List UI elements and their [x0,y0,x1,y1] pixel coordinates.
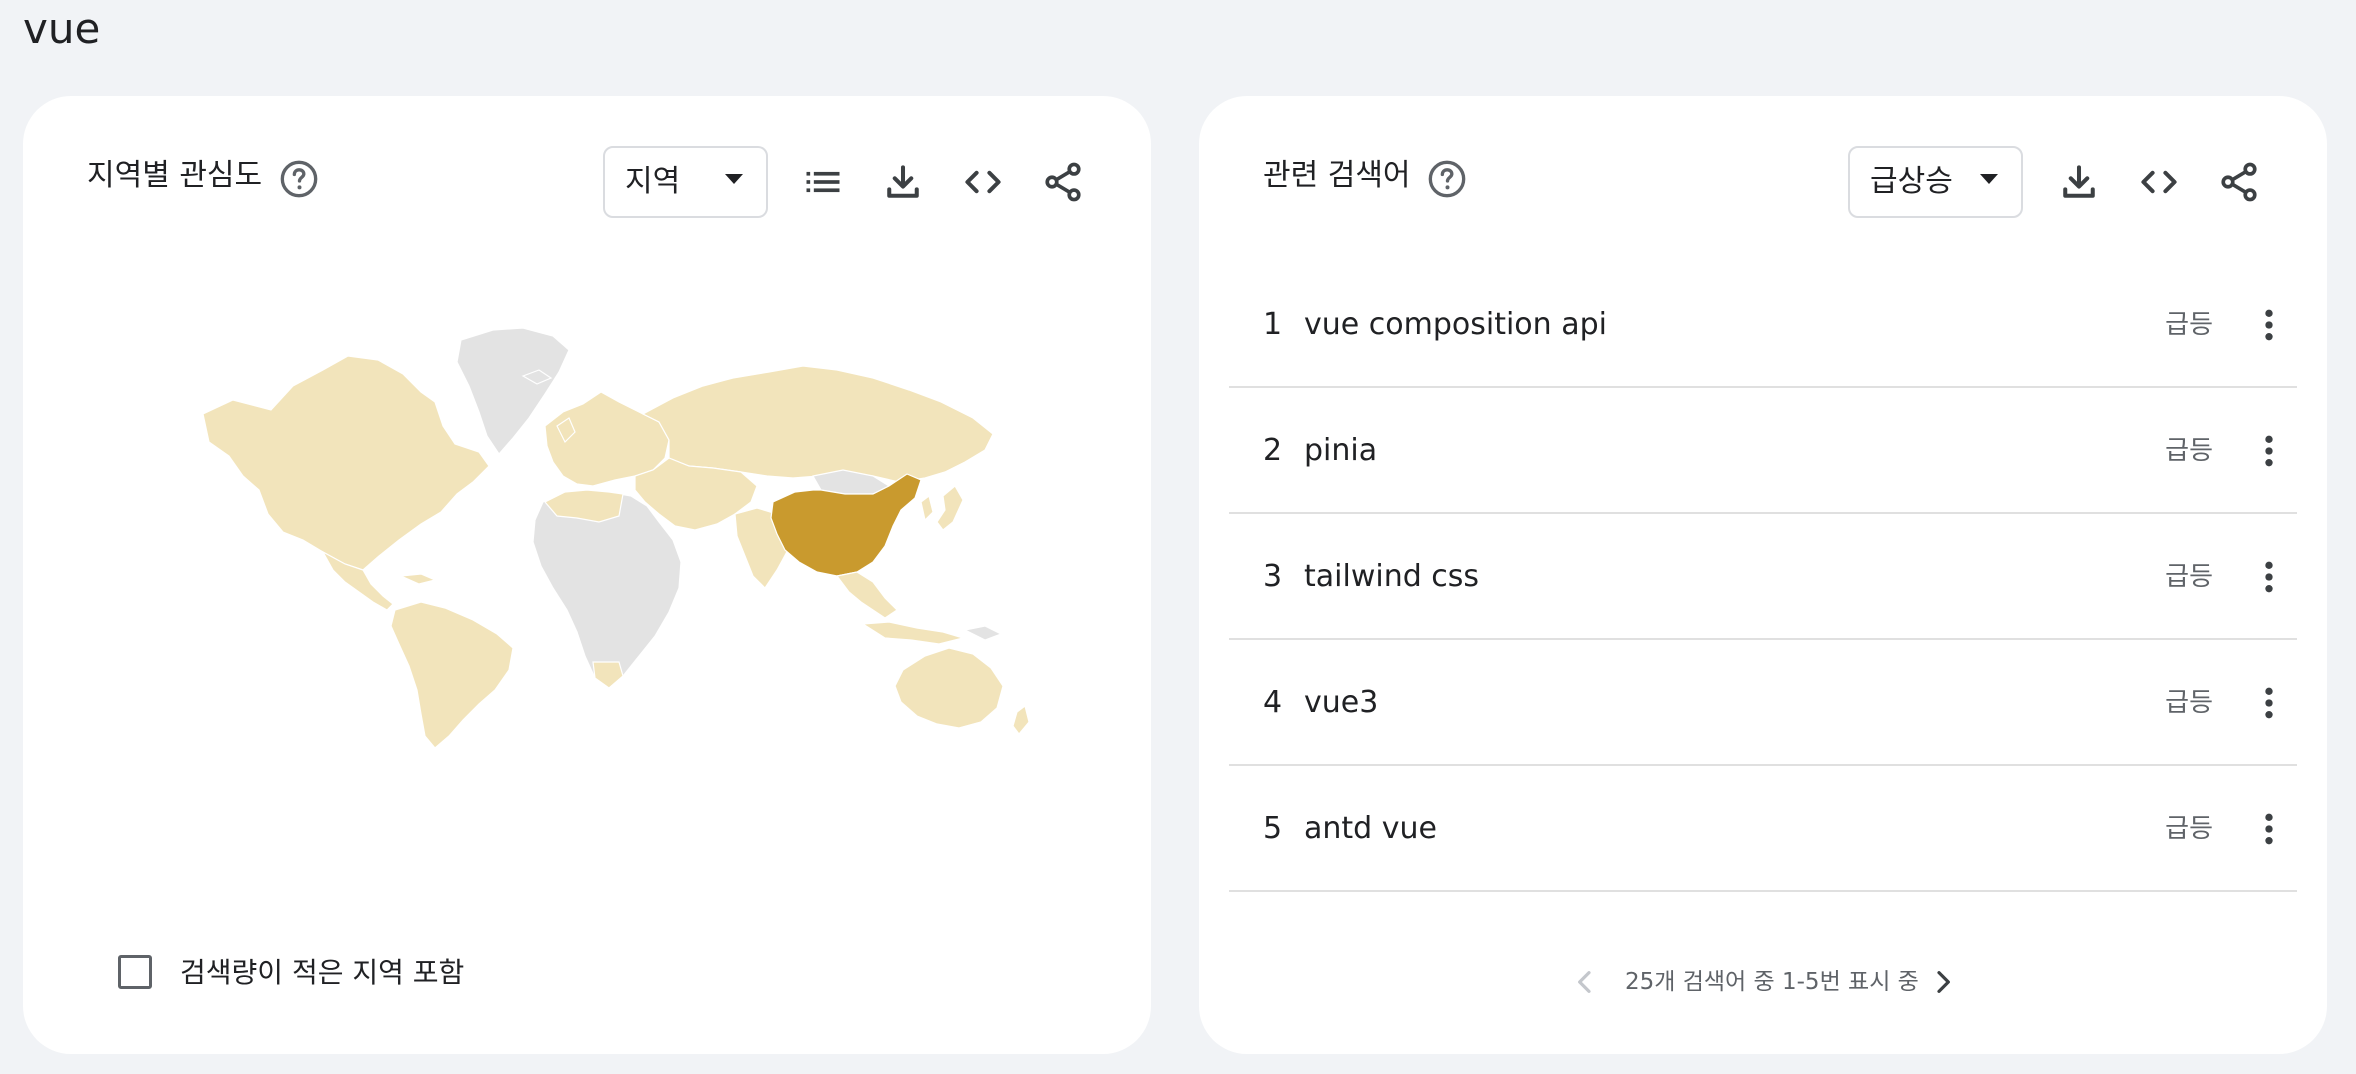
pagination-status: 25개 검색어 중 1-5번 표시 중 [1625,969,1919,995]
include-low-volume-checkbox[interactable] [118,955,152,989]
region-level-value: 지역 [625,164,681,199]
download-icon[interactable] [2057,160,2101,204]
related-type-value: 급상승 [1870,164,1953,199]
region-card-title: 지역별 관심도 [87,158,263,193]
region-interest-card: 지역별 관심도 지역 검색량이 적은 지역 포함 [23,96,1151,1054]
related-queries-card: 관련 검색어 급상승 1 vue composition api 급등 2 pi… [1199,96,2327,1054]
south-america-region [390,601,514,749]
rank-number: 4 [1263,685,1283,720]
query-term[interactable]: vue3 [1304,683,1378,723]
list-item[interactable]: 4 vue3 급등 [1229,640,2297,766]
papua-region [963,625,1003,641]
more-vertical-icon[interactable] [2249,557,2289,597]
pagination: 25개 검색어 중 1-5번 표시 중 [1199,962,2327,1002]
share-icon[interactable] [2217,160,2261,204]
list-item[interactable]: 1 vue composition api 급등 [1229,262,2297,388]
more-vertical-icon[interactable] [2249,305,2289,345]
share-icon[interactable] [1041,160,1085,204]
caret-down-icon [1980,174,1998,184]
trend-badge: 급등 [2165,688,2213,718]
download-icon[interactable] [881,160,925,204]
list-item[interactable]: 2 pinia 급등 [1229,388,2297,514]
query-term[interactable]: vue composition api [1304,305,1607,345]
caret-down-icon [725,174,743,184]
australia-region [894,647,1004,729]
list-icon[interactable] [801,160,845,204]
query-term[interactable]: antd vue [1304,809,1437,849]
rank-number: 2 [1263,433,1283,468]
code-icon[interactable] [961,160,1005,204]
page-title: vue [23,4,101,53]
related-card-title: 관련 검색어 [1263,158,1411,193]
south-africa-region [592,661,624,689]
southeast-asia-region [835,571,898,619]
chevron-right-icon[interactable] [1927,966,1959,998]
trend-badge: 급등 [2165,436,2213,466]
more-vertical-icon[interactable] [2249,431,2289,471]
north-america-region [202,355,490,571]
related-type-dropdown[interactable]: 급상승 [1848,146,2023,218]
include-low-volume-label[interactable]: 검색량이 적은 지역 포함 [180,953,464,993]
rank-number: 3 [1263,559,1283,594]
russia-region [641,365,994,483]
trend-badge: 급등 [2165,814,2213,844]
japan-region [936,485,964,531]
region-level-dropdown[interactable]: 지역 [603,146,768,218]
code-icon[interactable] [2137,160,2181,204]
more-vertical-icon[interactable] [2249,809,2289,849]
world-map[interactable] [173,326,1033,756]
list-item[interactable]: 5 antd vue 급등 [1229,766,2297,892]
rank-number: 1 [1263,307,1283,342]
map-regions [202,327,1030,749]
list-item[interactable]: 3 tailwind css 급등 [1229,514,2297,640]
help-icon[interactable] [1427,159,1467,199]
caribbean-region [398,573,437,585]
new-zealand-region [1012,704,1030,735]
help-icon[interactable] [279,159,319,199]
indonesia-region [861,621,966,645]
chevron-left-icon[interactable] [1569,966,1601,998]
trend-badge: 급등 [2165,562,2213,592]
more-vertical-icon[interactable] [2249,683,2289,723]
korea-region [920,494,934,522]
rank-number: 5 [1263,811,1283,846]
trend-badge: 급등 [2165,310,2213,340]
query-term[interactable]: pinia [1304,431,1377,471]
query-term[interactable]: tailwind css [1304,557,1479,597]
